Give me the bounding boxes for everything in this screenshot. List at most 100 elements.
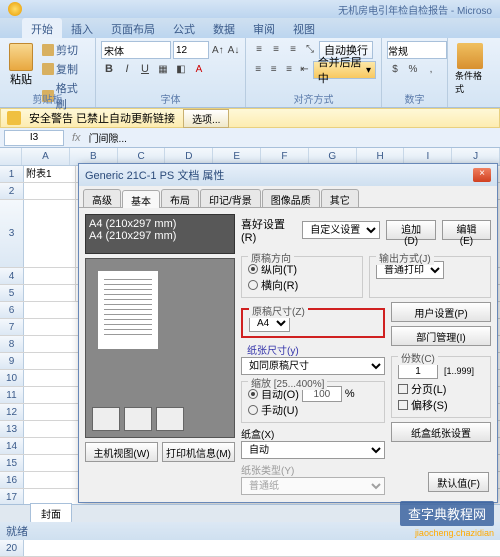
- number-format-select[interactable]: [387, 41, 447, 59]
- row-header[interactable]: 3: [0, 200, 24, 267]
- group-clipboard-label: 剪贴板: [0, 91, 95, 106]
- watermark-url: jiaocheng.chazidian: [415, 528, 494, 538]
- tab-formulas[interactable]: 公式: [164, 18, 204, 38]
- radio-icon: [248, 264, 258, 274]
- sheet-tab[interactable]: 封面: [30, 503, 72, 524]
- align-right-icon[interactable]: ≡: [282, 61, 296, 77]
- row-header[interactable]: 7: [0, 319, 24, 335]
- conditional-format-icon: [457, 43, 483, 69]
- underline-button[interactable]: U: [137, 61, 153, 77]
- orientation-icon[interactable]: ⤡: [302, 41, 318, 57]
- copies-input[interactable]: [398, 363, 438, 379]
- row-header[interactable]: 10: [0, 370, 24, 386]
- size-list[interactable]: A4 (210x297 mm) A4 (210x297 mm): [85, 214, 235, 254]
- align-mid-icon[interactable]: ≡: [268, 41, 284, 57]
- align-center-icon[interactable]: ≡: [266, 61, 280, 77]
- add-pref-button[interactable]: 追加(D): [386, 220, 436, 240]
- shrink-font-icon[interactable]: A↓: [227, 42, 241, 58]
- original-size-group: 原稿尺寸(Z) A4: [241, 308, 385, 338]
- edit-pref-button[interactable]: 编辑(E): [442, 220, 491, 240]
- row-header[interactable]: 4: [0, 268, 24, 284]
- italic-button[interactable]: I: [119, 61, 135, 77]
- row-header[interactable]: 15: [0, 455, 24, 471]
- row-header[interactable]: 9: [0, 353, 24, 369]
- dtab-quality[interactable]: 图像品质: [262, 189, 320, 207]
- col-a[interactable]: A: [22, 148, 70, 165]
- tray-select[interactable]: 自动: [241, 441, 385, 459]
- office-orb-icon[interactable]: [8, 2, 22, 16]
- row-header[interactable]: 20: [0, 540, 24, 556]
- printer-info-button[interactable]: 打印机信息(M): [162, 442, 235, 462]
- tab-data[interactable]: 数据: [204, 18, 244, 38]
- row-header[interactable]: 13: [0, 421, 24, 437]
- font-color-button[interactable]: A: [191, 61, 207, 77]
- landscape-radio[interactable]: 横向(R): [248, 277, 356, 293]
- close-icon[interactable]: ×: [473, 168, 491, 182]
- tab-review[interactable]: 审阅: [244, 18, 284, 38]
- window-title: 无机房电引年检自检报告 - Microso: [28, 2, 500, 17]
- pref-select[interactable]: 自定义设置: [302, 221, 380, 239]
- comma-icon[interactable]: ,: [423, 61, 439, 77]
- zoom-manual-radio[interactable]: 手动(U): [248, 402, 378, 418]
- dialog-titlebar[interactable]: Generic 21C-1 PS 文档 属性 ×: [79, 164, 497, 186]
- tab-layout[interactable]: 页面布局: [102, 18, 164, 38]
- row-header[interactable]: 1: [0, 166, 24, 182]
- group-number-label: 数字: [382, 91, 447, 106]
- row-header[interactable]: 6: [0, 302, 24, 318]
- tray-label: 纸盒(X): [241, 426, 385, 441]
- origsize-label: 原稿尺寸(Z): [249, 303, 308, 318]
- ribbon-tabs: 开始 插入 页面布局 公式 数据 审阅 视图: [0, 18, 500, 38]
- align-top-icon[interactable]: ≡: [251, 41, 267, 57]
- row-header[interactable]: 8: [0, 336, 24, 352]
- host-view-button[interactable]: 主机视图(W): [85, 442, 158, 462]
- dialog-tabs: 高级 基本 布局 印记/背景 图像品质 其它: [79, 186, 497, 208]
- row-header[interactable]: 14: [0, 438, 24, 454]
- warning-options-button[interactable]: 选项...: [183, 109, 229, 128]
- cell[interactable]: 附表1: [24, 166, 76, 182]
- dept-manage-button[interactable]: 部门管理(I): [391, 326, 491, 346]
- tab-view[interactable]: 视图: [284, 18, 324, 38]
- percent-icon[interactable]: %: [405, 61, 421, 77]
- page-icon: [98, 271, 158, 349]
- dtab-stamp[interactable]: 印记/背景: [200, 189, 261, 207]
- formula-value[interactable]: 门间隙...: [85, 130, 127, 145]
- row-header[interactable]: 11: [0, 387, 24, 403]
- dtab-other[interactable]: 其它: [321, 189, 359, 207]
- dtab-basic[interactable]: 基本: [122, 190, 160, 208]
- papersize-select[interactable]: 如同原稿尺寸: [241, 357, 385, 375]
- font-name-select[interactable]: [101, 41, 171, 59]
- collate-check[interactable]: 分页(L): [398, 381, 484, 397]
- fill-color-button[interactable]: ◧: [173, 61, 189, 77]
- bold-button[interactable]: B: [101, 61, 117, 77]
- align-left-icon[interactable]: ≡: [251, 61, 265, 77]
- border-button[interactable]: ▦: [155, 61, 171, 77]
- name-box[interactable]: I3: [4, 130, 64, 146]
- user-settings-button[interactable]: 用户设置(P): [391, 302, 491, 322]
- tab-insert[interactable]: 插入: [62, 18, 102, 38]
- checkbox-icon: [398, 384, 408, 394]
- indent-dec-icon[interactable]: ⇤: [297, 61, 311, 77]
- tray-settings-button[interactable]: 纸盒纸张设置: [391, 422, 491, 442]
- select-all-button[interactable]: [0, 148, 22, 165]
- merge-center-button[interactable]: 合并后居中▾: [313, 61, 376, 79]
- dtab-advanced[interactable]: 高级: [83, 189, 121, 207]
- row-header[interactable]: 5: [0, 285, 24, 301]
- ptype-select[interactable]: 普通纸: [241, 477, 385, 495]
- row-header[interactable]: 2: [0, 183, 24, 199]
- conditional-format-button[interactable]: 条件格式: [453, 41, 487, 97]
- grow-font-icon[interactable]: A↑: [211, 42, 225, 58]
- row-header[interactable]: 12: [0, 404, 24, 420]
- currency-icon[interactable]: $: [387, 61, 403, 77]
- dialog-title: Generic 21C-1 PS 文档 属性: [85, 167, 224, 183]
- row-header[interactable]: 17: [0, 489, 24, 505]
- dtab-layout[interactable]: 布局: [161, 189, 199, 207]
- offset-check[interactable]: 偏移(S): [398, 397, 484, 413]
- align-bot-icon[interactable]: ≡: [285, 41, 301, 57]
- cut-button[interactable]: 剪切: [40, 41, 90, 59]
- fx-icon[interactable]: fx: [72, 132, 81, 144]
- row-header[interactable]: 16: [0, 472, 24, 488]
- defaults-button[interactable]: 默认值(F): [428, 472, 489, 492]
- font-size-select[interactable]: [173, 41, 209, 59]
- copy-button[interactable]: 复制: [40, 60, 90, 78]
- tab-home[interactable]: 开始: [22, 18, 62, 38]
